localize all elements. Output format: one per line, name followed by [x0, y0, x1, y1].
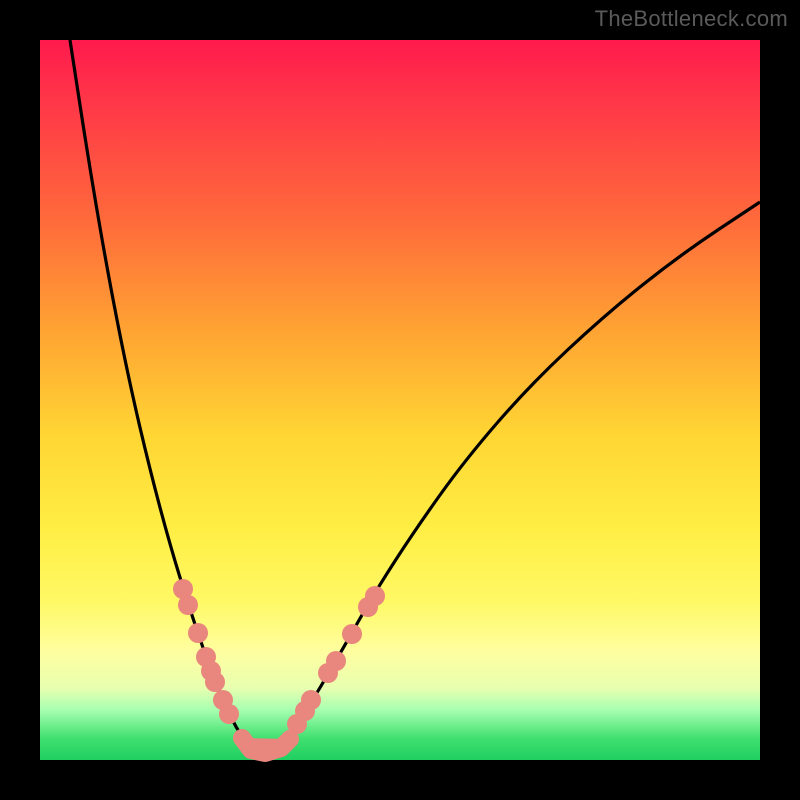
scatter-points-left [173, 579, 239, 724]
chart-svg [40, 40, 760, 760]
data-point [365, 586, 385, 606]
right-curve [270, 202, 760, 752]
bottom-cluster [242, 738, 290, 753]
data-point [178, 595, 198, 615]
scatter-points-right [287, 586, 385, 734]
data-point [342, 624, 362, 644]
data-point [326, 651, 346, 671]
left-curve [70, 40, 255, 752]
data-point [301, 690, 321, 710]
data-point [205, 672, 225, 692]
chart-plot-area [40, 40, 760, 760]
data-point [188, 623, 208, 643]
data-point [219, 704, 239, 724]
watermark-text: TheBottleneck.com [595, 6, 788, 32]
